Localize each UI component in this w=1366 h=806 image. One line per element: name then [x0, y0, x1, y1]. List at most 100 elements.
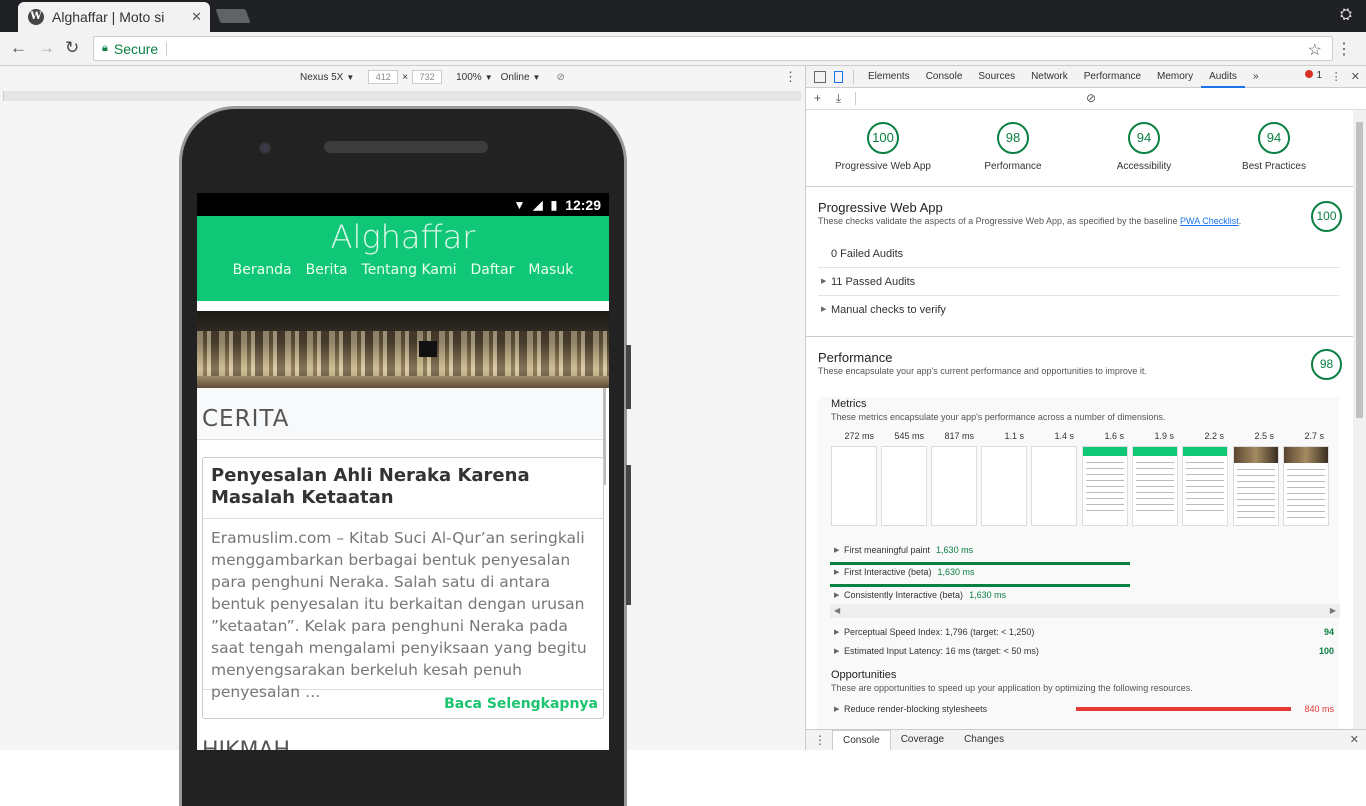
- forward-icon[interactable]: →: [38, 38, 55, 58]
- phone-time: 12:29: [565, 196, 601, 213]
- devtools-menu-icon[interactable]: ⋮: [1331, 71, 1342, 83]
- article-card: Penyesalan Ahli Neraka Karena Masalah Ke…: [202, 457, 604, 719]
- drawer-tab-console[interactable]: Console: [832, 730, 891, 750]
- filmstrip-time: 817 ms: [944, 431, 974, 441]
- scroll-left-icon[interactable]: ◀: [834, 606, 840, 615]
- more-tabs-icon[interactable]: »: [1245, 66, 1267, 88]
- pwa-checklist-link[interactable]: PWA Checklist: [1180, 216, 1239, 226]
- article-title[interactable]: Penyesalan Ahli Neraka Karena Masalah Ke…: [203, 458, 603, 519]
- phone-camera: [259, 142, 271, 154]
- browser-tab[interactable]: W Alghaffar | Moto si ✕: [18, 2, 210, 32]
- back-icon[interactable]: ←: [10, 38, 27, 58]
- address-bar[interactable]: 🔒︎ Secure ☆: [93, 36, 1333, 61]
- metrics-hscrollbar[interactable]: ◀ ▶: [830, 604, 1340, 618]
- nav-beranda[interactable]: Beranda: [233, 262, 292, 278]
- metric-bar: [830, 562, 1130, 565]
- gauge-pwa[interactable]: 100 Progressive Web App: [828, 122, 938, 172]
- gauge-best-practices[interactable]: 94 Best Practices: [1219, 122, 1329, 172]
- width-input[interactable]: 412: [368, 70, 399, 84]
- metric-row[interactable]: ▶ First Interactive (beta) 1,630 ms: [834, 567, 975, 577]
- tab-audits[interactable]: Audits: [1201, 66, 1245, 88]
- psi-row[interactable]: ▶ Perceptual Speed Index: 1,796 (target: …: [834, 627, 1034, 637]
- new-audit-icon[interactable]: +: [814, 91, 821, 105]
- tab-console[interactable]: Console: [918, 66, 971, 88]
- row-label: Manual checks to verify: [831, 304, 946, 316]
- gauge-label: Progressive Web App: [835, 161, 931, 172]
- tab-elements[interactable]: Elements: [860, 66, 918, 88]
- nav-berita[interactable]: Berita: [306, 262, 348, 278]
- clear-icon[interactable]: ⊘: [1086, 91, 1096, 105]
- nav-daftar[interactable]: Daftar: [471, 262, 515, 278]
- device-options-icon[interactable]: ⋮: [784, 69, 797, 85]
- dropdown-icon: ▼: [532, 72, 541, 82]
- device-name: Nexus 5X: [300, 71, 344, 83]
- tab-network[interactable]: Network: [1023, 66, 1076, 88]
- eil-score: 100: [1318, 646, 1334, 656]
- zoom-value: 100%: [456, 71, 482, 83]
- height-input[interactable]: 732: [412, 70, 443, 84]
- psi-score: 94: [1323, 627, 1334, 637]
- pwa-score: 100: [1311, 201, 1342, 232]
- network-select[interactable]: Online ▼: [501, 72, 541, 83]
- media-query-ruler[interactable]: [3, 91, 801, 101]
- drawer-tab-changes[interactable]: Changes: [954, 730, 1014, 750]
- drawer-close-icon[interactable]: ✕: [1350, 733, 1359, 746]
- scrollbar-thumb[interactable]: [1356, 122, 1363, 418]
- wordpress-icon: W: [28, 9, 44, 25]
- metric-bar: [830, 584, 1130, 587]
- tab-memory[interactable]: Memory: [1149, 66, 1201, 88]
- opportunities-title: Opportunities: [831, 669, 897, 681]
- drawer-tab-coverage[interactable]: Coverage: [891, 730, 954, 750]
- filmstrip-frame: [1283, 446, 1329, 526]
- zoom-select[interactable]: 100% ▼: [456, 72, 493, 83]
- manual-checks-row[interactable]: ▶ Manual checks to verify: [818, 296, 1339, 324]
- inspect-icon[interactable]: [814, 70, 826, 83]
- gauge-label: Accessibility: [1116, 161, 1172, 172]
- metric-row[interactable]: ▶ First meaningful paint 1,630 ms: [834, 545, 974, 555]
- new-tab-button[interactable]: [215, 9, 251, 23]
- filmstrip-frame: [931, 446, 977, 526]
- reload-icon[interactable]: ↻: [65, 38, 79, 58]
- phone-side-button: [626, 345, 631, 409]
- download-icon[interactable]: ⤓: [836, 91, 841, 106]
- opportunity-bar: [1076, 707, 1291, 711]
- filmstrip-frame: [1182, 446, 1228, 526]
- audits-scrollbar[interactable]: [1353, 110, 1366, 730]
- metric-name: Estimated Input Latency: 16 ms (target: …: [844, 646, 1039, 656]
- bookmark-star-icon[interactable]: ☆: [1308, 40, 1322, 60]
- tab-close-icon[interactable]: ✕: [191, 9, 202, 25]
- expand-icon: ▶: [834, 648, 840, 655]
- pwa-desc-text: These checks validate the aspects of a P…: [818, 216, 1181, 226]
- error-icon: [1305, 70, 1314, 78]
- filmstrip-frame: [1132, 446, 1178, 526]
- dropdown-icon: ▼: [346, 72, 355, 82]
- opportunity-row[interactable]: ▶ Reduce render-blocking stylesheets: [834, 704, 987, 714]
- devtools-close-icon[interactable]: ✕: [1351, 71, 1360, 83]
- metric-row[interactable]: ▶ Consistently Interactive (beta) 1,630 ms: [834, 590, 1006, 600]
- error-counter[interactable]: 1: [1305, 70, 1322, 81]
- gauge-accessibility[interactable]: 94 Accessibility: [1089, 122, 1199, 172]
- drawer-menu-icon[interactable]: ⋮: [814, 733, 826, 747]
- nav-tentang-kami[interactable]: Tentang Kami: [362, 262, 457, 278]
- tab-sources[interactable]: Sources: [970, 66, 1023, 88]
- section-title: CERITA: [202, 406, 290, 432]
- expand-icon: ▶: [834, 569, 840, 576]
- site-title[interactable]: Alghaffar: [197, 216, 609, 256]
- gauge-score: 94: [1258, 122, 1290, 154]
- scroll-right-icon[interactable]: ▶: [1330, 606, 1336, 615]
- incognito-icon[interactable]: ⛭: [1340, 6, 1352, 23]
- opportunity-value: 840 ms: [1304, 704, 1334, 714]
- frame-header: [1234, 447, 1278, 463]
- frame-header: [1083, 447, 1127, 456]
- tab-performance[interactable]: Performance: [1076, 66, 1149, 88]
- gauge-performance[interactable]: 98 Performance: [958, 122, 1068, 172]
- device-select[interactable]: Nexus 5X ▼: [300, 72, 354, 83]
- passed-audits-row[interactable]: ▶ 11 Passed Audits: [818, 268, 1339, 296]
- metric-value: 1,630 ms: [936, 545, 974, 555]
- rotate-icon[interactable]: ⊘: [556, 72, 564, 83]
- nav-masuk[interactable]: Masuk: [528, 262, 573, 278]
- failed-audits-row[interactable]: 0 Failed Audits: [818, 240, 1339, 268]
- eil-row[interactable]: ▶ Estimated Input Latency: 16 ms (target:…: [834, 646, 1039, 656]
- browser-menu-icon[interactable]: ⋮: [1336, 39, 1352, 59]
- device-toggle-icon[interactable]: [834, 70, 843, 83]
